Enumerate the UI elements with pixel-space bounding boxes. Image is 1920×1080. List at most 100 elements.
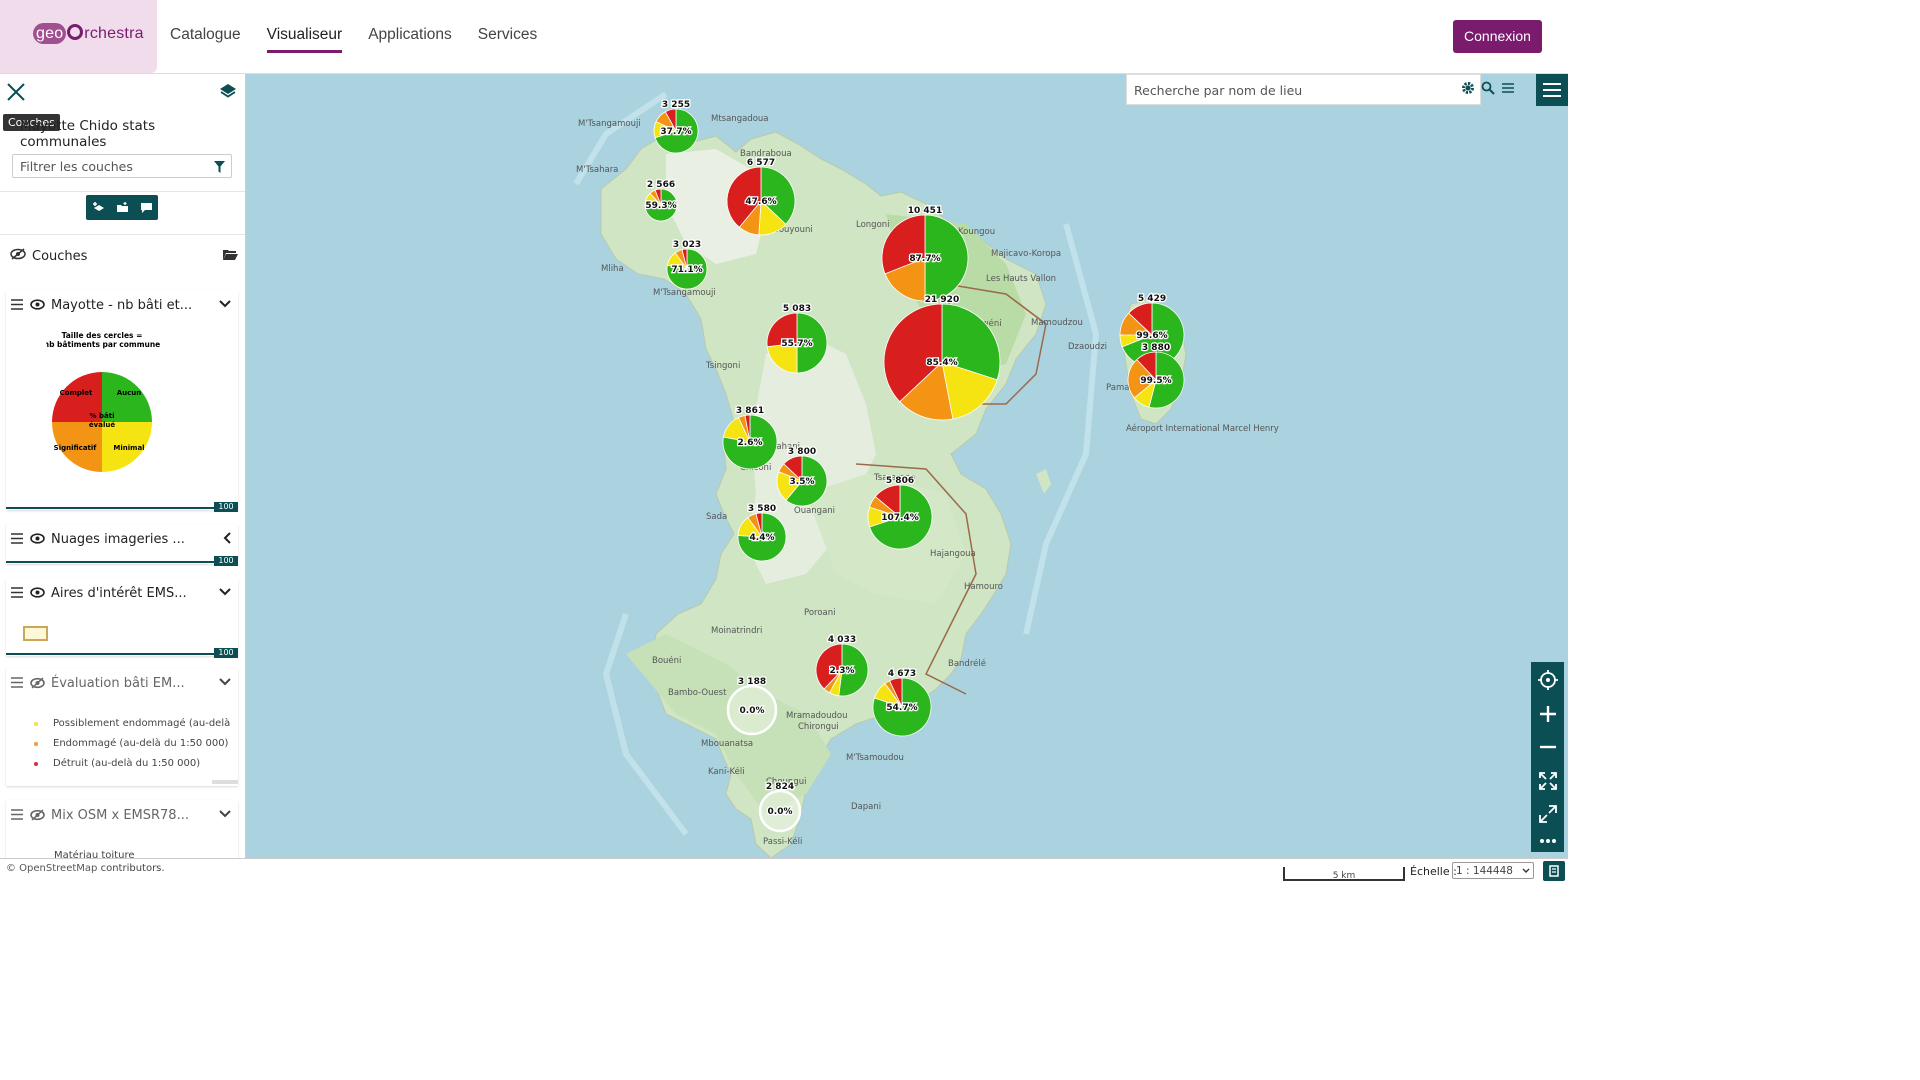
- layer-row[interactable]: Mix OSM x EMSR78...: [6, 800, 238, 832]
- place-label: Hamouro: [964, 582, 1003, 592]
- pie-pct-label: 87.7%: [909, 254, 940, 264]
- place-label: Aéroport International Marcel Henry: [1126, 423, 1279, 434]
- chevron-down-icon[interactable]: [219, 678, 231, 686]
- map-canvas: M'TsangamoujiBandrabouaM'TsaharaMtsangad…: [573, 91, 1279, 858]
- drag-handle-icon[interactable]: [11, 299, 23, 310]
- opacity-value: 100 %: [214, 648, 238, 667]
- login-button[interactable]: Connexion: [1453, 20, 1542, 53]
- map-viewport[interactable]: M'Tsangamouji Bandraboua M'Tsahara Mtsangad…: [246, 74, 1568, 858]
- legend-label-minimal: Minimal: [113, 444, 144, 452]
- pie-chart[interactable]: 2 824 0.0%: [758, 781, 802, 833]
- close-icon[interactable]: [6, 82, 26, 102]
- legend-title-line2: nb bâtiments par commune: [46, 340, 160, 349]
- minus-icon: [1539, 746, 1556, 749]
- pie-total-label: 21 920: [925, 295, 959, 305]
- logo-box[interactable]: geo rchestra: [0, 0, 157, 73]
- search-icon[interactable]: [1481, 81, 1495, 95]
- island-grande-terre: [600, 131, 1047, 858]
- folder-open-icon[interactable]: [223, 249, 238, 261]
- drag-handle-icon[interactable]: [11, 587, 23, 598]
- eye-icon[interactable]: [30, 587, 45, 598]
- layers-icon[interactable]: [219, 82, 237, 100]
- filter-icon[interactable]: [214, 161, 225, 173]
- fullscreen-button[interactable]: [1538, 805, 1557, 823]
- map-title: Mayotte Chido stats communales: [20, 118, 156, 150]
- divider: [0, 234, 245, 235]
- hamburger-icon: [1543, 83, 1561, 97]
- nav-applications[interactable]: Applications: [368, 26, 452, 53]
- pie-pct-label: 99.5%: [1140, 376, 1171, 386]
- place-label: Majicavo-Koropa: [991, 249, 1061, 259]
- georchestra-logo[interactable]: geo rchestra: [33, 23, 144, 44]
- more-button[interactable]: [1539, 838, 1557, 844]
- chevron-left-icon[interactable]: [223, 532, 231, 544]
- chevron-down-icon[interactable]: [219, 300, 231, 308]
- filter-input[interactable]: Filtrer les couches: [12, 154, 232, 178]
- place-label: Koungou: [958, 227, 995, 237]
- list-icon[interactable]: [1501, 81, 1515, 95]
- pie-total-label: 3 580: [748, 504, 776, 514]
- pie-chart[interactable]: 3 255 37.7%: [653, 99, 699, 154]
- pie-total-label: 3 880: [1142, 343, 1170, 353]
- eye-icon[interactable]: [30, 299, 45, 310]
- eye-slash-icon[interactable]: [10, 248, 26, 260]
- more-icon: [1539, 839, 1556, 844]
- drag-handle-icon[interactable]: [11, 533, 23, 544]
- place-label: M'Tsangamouji: [578, 119, 641, 129]
- nav-catalogue[interactable]: Catalogue: [170, 26, 241, 53]
- place-label: M'Tsamoudou: [846, 753, 904, 763]
- chevron-down-icon[interactable]: [219, 588, 231, 596]
- legend-label-significatif: Significatif: [54, 444, 98, 452]
- legend-item: Possiblement endommagé (au-delà du: [34, 718, 230, 729]
- pie-chart[interactable]: 3 023 71.1%: [666, 239, 708, 290]
- chevron-down-icon[interactable]: [219, 810, 231, 818]
- zoom-out-button[interactable]: [1539, 738, 1557, 756]
- gear-icon[interactable]: [1461, 81, 1475, 95]
- layer-row[interactable]: Évaluation bâti EM...: [6, 668, 238, 700]
- legend-pie-image: Taille des cercles = nb bâtiments par co…: [46, 331, 160, 472]
- place-label: Sada: [706, 512, 727, 522]
- pie-total-label: 3 861: [736, 406, 764, 416]
- eye-icon[interactable]: [30, 533, 45, 544]
- opacity-slider[interactable]: 100 %: [6, 502, 238, 521]
- pie-total-label: 2 566: [647, 180, 675, 190]
- plus-icon: [1539, 705, 1556, 722]
- opacity-slider[interactable]: [212, 780, 238, 784]
- add-group-button[interactable]: [110, 195, 134, 220]
- scale-bar: 5 km: [1283, 867, 1405, 881]
- pie-total-label: 3 255: [662, 100, 690, 110]
- place-label: Bambo-Ouest: [668, 688, 727, 698]
- layer-name: Mayotte - nb bâti et...: [51, 298, 193, 313]
- search-input[interactable]: Recherche par nom de lieu: [1126, 74, 1481, 105]
- place-label: Mamoudzou: [1031, 318, 1083, 328]
- eye-slash-icon[interactable]: [30, 809, 45, 821]
- legend-dot: [34, 722, 38, 726]
- layer-row[interactable]: Mayotte - nb bâti et...: [6, 290, 238, 322]
- nav-services[interactable]: Services: [478, 26, 537, 53]
- opacity-slider[interactable]: 100 %: [6, 648, 238, 667]
- layer-row[interactable]: Aires d'intérêt EMS...: [6, 578, 238, 610]
- scale-select[interactable]: 1 : 144448: [1452, 862, 1534, 879]
- zoom-extent-button[interactable]: [1538, 771, 1557, 790]
- menu-button[interactable]: [1536, 74, 1568, 106]
- annotation-button[interactable]: [134, 195, 158, 220]
- nav-visualiseur[interactable]: Visualiseur: [266, 26, 343, 53]
- layer-row[interactable]: Nuages imageries ...: [6, 524, 238, 556]
- legend-center-line1: % bâti: [90, 412, 115, 420]
- drag-handle-icon[interactable]: [11, 809, 23, 820]
- place-label: Hajangoua: [930, 549, 976, 559]
- pie-chart[interactable]: 2 566 59.3%: [644, 179, 678, 222]
- drag-handle-icon[interactable]: [11, 677, 23, 688]
- layers-header: Couches: [10, 248, 87, 264]
- pie-total-label: 5 806: [886, 476, 914, 486]
- eye-slash-icon[interactable]: [30, 677, 45, 689]
- legend-dot: [34, 742, 38, 746]
- print-button[interactable]: [1543, 861, 1565, 881]
- scale-label: Échelle :: [1410, 865, 1457, 878]
- layer-name: Nuages imageries ...: [51, 532, 185, 547]
- add-layer-button[interactable]: [86, 195, 110, 220]
- zoom-in-button[interactable]: [1539, 705, 1557, 723]
- locate-button[interactable]: [1537, 669, 1558, 690]
- opacity-slider[interactable]: 100 %: [6, 556, 238, 575]
- top-bar: geo rchestra Catalogue Visualiseur Applic…: [0, 0, 1568, 74]
